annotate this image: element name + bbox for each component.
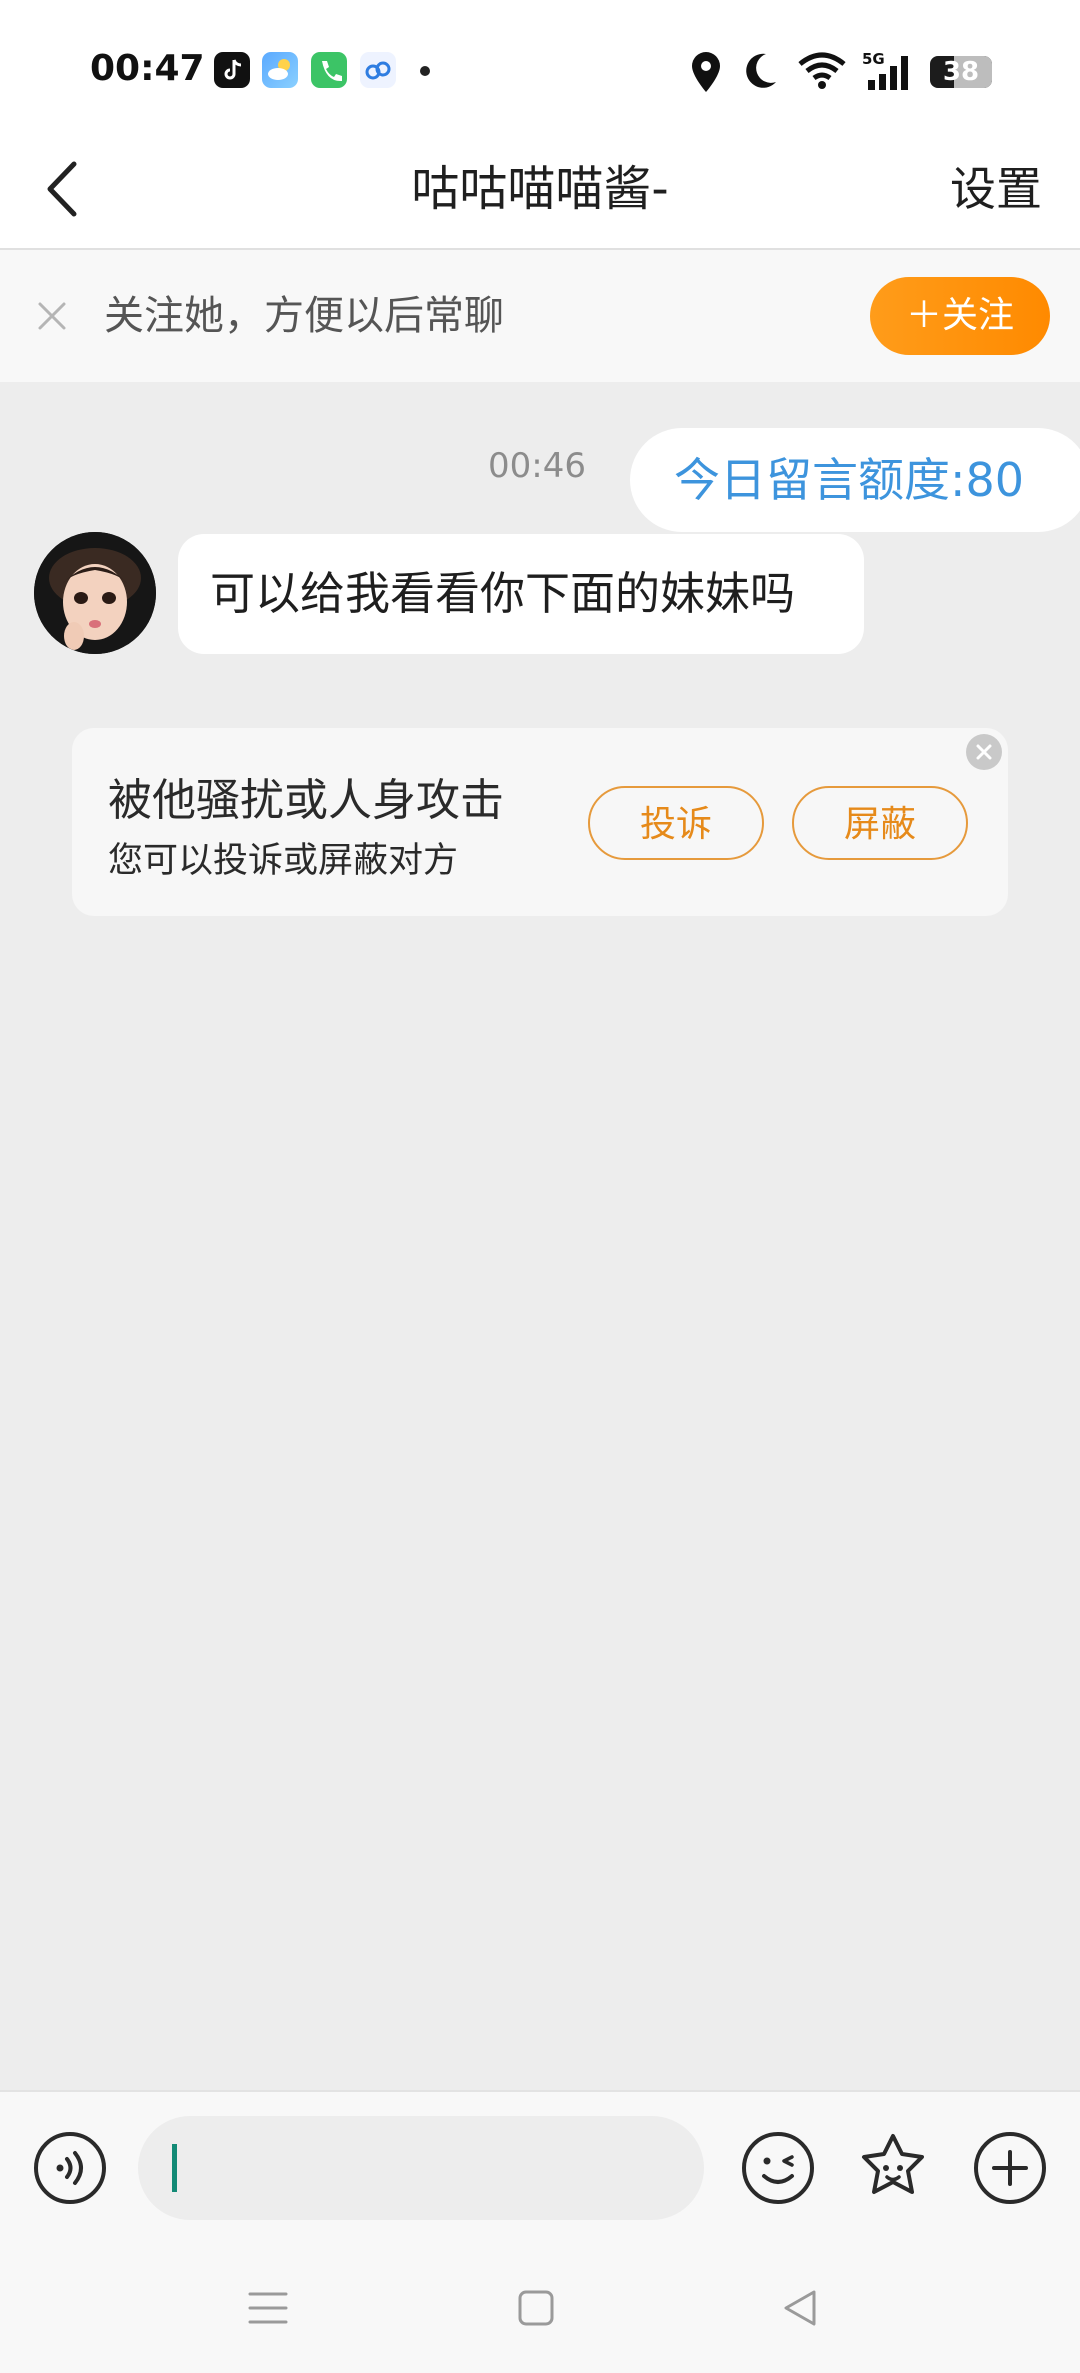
- page-title: 咕咕喵喵酱-: [411, 161, 669, 217]
- sticker-icon[interactable]: [855, 2130, 931, 2206]
- plus-icon[interactable]: [972, 2130, 1048, 2206]
- avatar[interactable]: [34, 532, 156, 654]
- complain-button[interactable]: 投诉: [588, 786, 764, 860]
- emoji-icon[interactable]: [740, 2130, 816, 2206]
- report-subtitle: 您可以投诉或屏蔽对方: [108, 841, 459, 881]
- battery-level: 38: [942, 57, 980, 87]
- message-timestamp: 00:46: [488, 446, 586, 486]
- cloud-icon: [360, 52, 396, 88]
- chat-screen: 00:47 5G 38 咕咕喵喵酱- 设置 关注她，方便以后常聊 ＋关注 00:…: [0, 0, 1080, 2373]
- system-navigation-bar: [0, 2246, 1080, 2373]
- battery-icon: 38: [930, 56, 992, 88]
- incoming-message-bubble[interactable]: 可以给我看看你下面的妹妹吗: [178, 534, 864, 654]
- menu-icon[interactable]: [246, 2286, 290, 2330]
- svg-text:5G: 5G: [862, 50, 885, 68]
- card-close-icon[interactable]: [966, 734, 1002, 770]
- wifi-icon: [798, 52, 846, 89]
- nav-bar: 咕咕喵喵酱- 设置: [0, 132, 1080, 250]
- back-triangle-icon[interactable]: [780, 2286, 820, 2330]
- input-bar: [0, 2090, 1080, 2248]
- moon-icon: [746, 53, 776, 88]
- incoming-message-text: 可以给我看看你下面的妹妹吗: [210, 567, 796, 620]
- settings-button[interactable]: 设置: [950, 154, 1042, 224]
- report-prompt-card: 被他骚扰或人身攻击 您可以投诉或屏蔽对方 投诉 屏蔽: [72, 728, 1008, 916]
- block-button[interactable]: 屏蔽: [792, 786, 968, 860]
- follow-button[interactable]: ＋关注: [870, 277, 1050, 355]
- follow-banner: 关注她，方便以后常聊 ＋关注: [0, 250, 1080, 382]
- location-icon: [692, 52, 720, 92]
- quota-text: 今日留言额度:80: [674, 453, 1025, 507]
- close-icon[interactable]: [28, 292, 76, 340]
- status-bar: 00:47 5G 38: [0, 0, 1080, 132]
- message-input[interactable]: [138, 2116, 704, 2220]
- phone-icon: [311, 52, 347, 88]
- status-time: 00:47: [90, 48, 205, 89]
- quota-message-bubble[interactable]: 今日留言额度:80: [630, 428, 1080, 532]
- 5g-signal-icon: 5G: [862, 50, 908, 90]
- report-title: 被他骚扰或人身攻击: [108, 775, 504, 826]
- follow-hint-text: 关注她，方便以后常聊: [104, 293, 504, 339]
- voice-icon[interactable]: [32, 2130, 108, 2206]
- weather-icon: [262, 52, 298, 88]
- notification-dot-icon: [420, 66, 430, 76]
- chat-message-list[interactable]: 00:46 今日留言额度:80 可以给我看看你下面的妹妹吗 被他骚扰或人身攻击 …: [0, 382, 1080, 2092]
- text-cursor: [172, 2144, 177, 2192]
- home-icon[interactable]: [516, 2286, 556, 2330]
- tiktok-icon: [214, 52, 250, 88]
